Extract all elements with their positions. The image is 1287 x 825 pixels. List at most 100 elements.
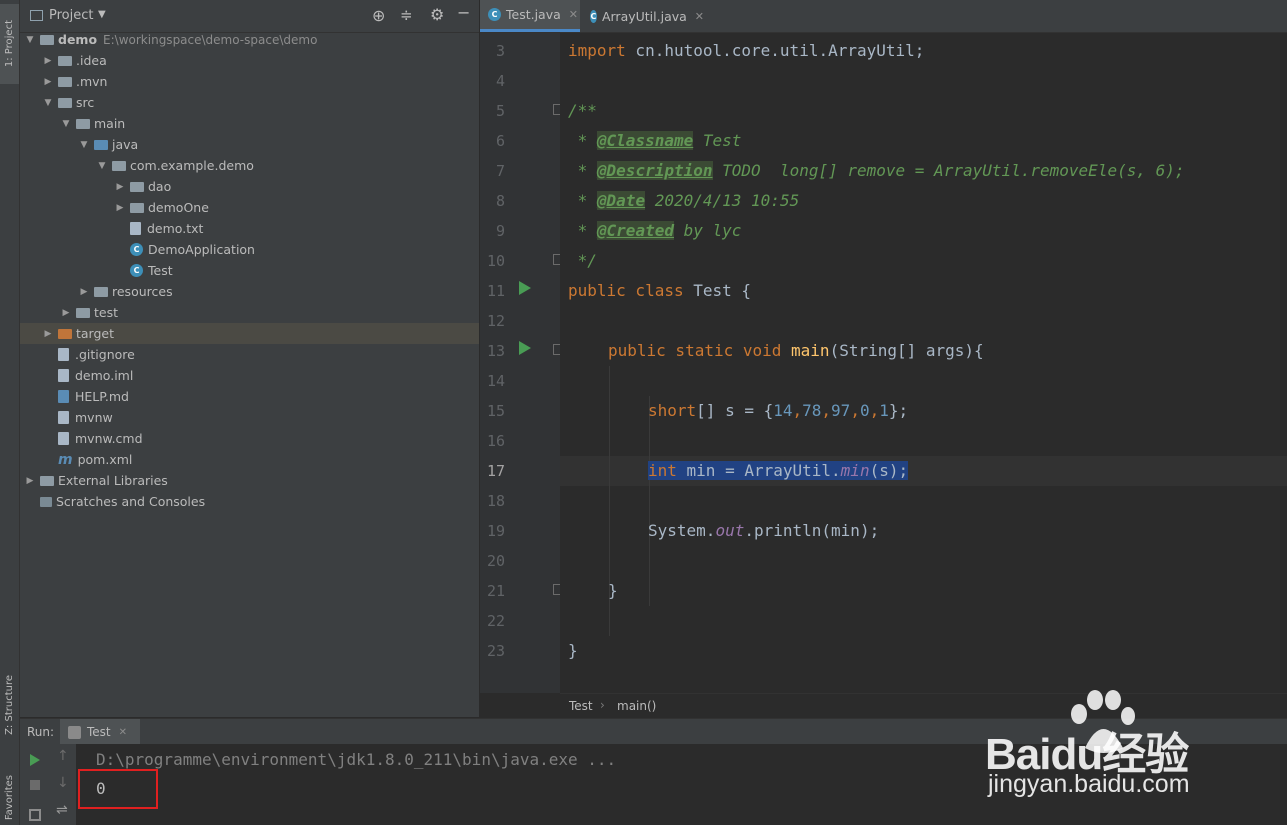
code-line-7: * @Description TODO long[] remove = Arra…: [568, 161, 1185, 180]
tree-item[interactable]: ▶ dao: [20, 176, 479, 197]
run-tab-label: Test: [87, 725, 111, 739]
tab-arrayutil-java[interactable]: C ArrayUtil.java ✕: [582, 0, 704, 32]
code-editor[interactable]: import cn.hutool.core.util.ArrayUtil; /*…: [560, 33, 1287, 693]
chevron-right-icon[interactable]: ▶: [114, 182, 126, 192]
stop-icon[interactable]: [30, 780, 40, 790]
collapse-all-icon[interactable]: ≑: [400, 6, 413, 24]
line-number: 9: [495, 222, 505, 240]
chevron-down-icon[interactable]: ▼: [60, 119, 72, 129]
line-number: 19: [486, 522, 505, 540]
chevron-down-icon[interactable]: ▼: [78, 140, 90, 150]
project-panel-title[interactable]: Project: [49, 8, 93, 23]
folder-icon: [76, 307, 90, 318]
chevron-right-icon[interactable]: ▶: [78, 287, 90, 297]
close-icon[interactable]: ✕: [569, 8, 578, 21]
tree-item-label: External Libraries: [58, 473, 168, 488]
gear-icon[interactable]: ⚙: [430, 5, 444, 24]
run-class-icon[interactable]: [519, 281, 531, 295]
folder-icon: [58, 76, 72, 87]
close-icon[interactable]: ✕: [119, 727, 127, 738]
tree-item[interactable]: ▶ External Libraries: [20, 470, 479, 491]
chevron-down-icon[interactable]: ▼: [24, 35, 36, 45]
line-number: 14: [486, 372, 505, 390]
rerun-icon[interactable]: [30, 754, 40, 766]
tree-item[interactable]: mvnw: [20, 407, 479, 428]
tree-item-label: mvnw: [75, 410, 113, 425]
project-tool-tab-label: 1: Project: [4, 20, 15, 68]
chevron-down-icon[interactable]: ▼: [98, 9, 106, 20]
package-icon: [130, 181, 144, 192]
arrow-up-icon[interactable]: ↑: [57, 748, 69, 764]
tree-item[interactable]: .gitignore: [20, 344, 479, 365]
line-number: 13: [486, 342, 505, 360]
tree-item[interactable]: ▶ demoOne: [20, 197, 479, 218]
code-line-3: import cn.hutool.core.util.ArrayUtil;: [568, 41, 925, 60]
tree-item[interactable]: demo.txt: [20, 218, 479, 239]
tab-test-java[interactable]: C Test.java ✕: [480, 0, 580, 32]
tree-item[interactable]: ▶ resources: [20, 281, 479, 302]
structure-tool-tab[interactable]: Z: Structure: [0, 670, 19, 740]
soft-wrap-icon[interactable]: ⇌: [56, 802, 68, 818]
chevron-down-icon[interactable]: ▼: [42, 98, 54, 108]
tree-item[interactable]: C DemoApplication: [20, 239, 479, 260]
chevron-right-icon[interactable]: ▶: [114, 203, 126, 213]
project-tool-tab[interactable]: 1: Project: [0, 4, 19, 84]
layout-icon[interactable]: [29, 809, 41, 821]
code-line-13: public static void main(String[] args){: [608, 341, 984, 360]
file-icon: [58, 432, 69, 445]
file-icon: [130, 222, 141, 235]
chevron-right-icon[interactable]: ▶: [42, 329, 54, 339]
tree-item-label: main: [94, 116, 126, 131]
tree-item-label: .mvn: [76, 74, 108, 89]
tree-item-path: E:\workingspace\demo-space\demo: [103, 32, 318, 47]
chevron-right-icon[interactable]: ▶: [60, 308, 72, 318]
breadcrumb-item-class[interactable]: Test: [569, 699, 593, 713]
tree-item[interactable]: ▶ test: [20, 302, 479, 323]
selected-code: int min = ArrayUtil.min(s);: [648, 461, 909, 480]
libraries-icon: [40, 475, 54, 486]
chevron-right-icon[interactable]: ▶: [24, 476, 36, 486]
tree-item-label: resources: [112, 284, 173, 299]
class-icon: C: [130, 264, 143, 277]
line-number: 5: [495, 102, 505, 120]
indent-guide: [649, 396, 650, 606]
tree-item[interactable]: ▶ .idea: [20, 50, 479, 71]
folder-icon: [58, 97, 72, 108]
line-number: 16: [486, 432, 505, 450]
run-tab-test[interactable]: Test ✕: [60, 719, 140, 745]
breadcrumb-separator-icon: ›: [600, 698, 605, 712]
tree-item[interactable]: ▶ .mvn: [20, 71, 479, 92]
baidu-watermark: Baidu经验 jingyan.baidu.com: [985, 688, 1225, 808]
line-number: 21: [486, 582, 505, 600]
chevron-down-icon[interactable]: ▼: [96, 161, 108, 171]
code-line-6: * @Classname Test: [568, 131, 742, 150]
hide-icon[interactable]: −: [457, 3, 470, 22]
tree-item[interactable]: ▼ src: [20, 92, 479, 113]
run-main-icon[interactable]: [519, 341, 531, 355]
tree-item[interactable]: mvnw.cmd: [20, 428, 479, 449]
code-line-17: int min = ArrayUtil.min(s);: [648, 456, 909, 486]
tree-item-label: DemoApplication: [148, 242, 255, 257]
tree-item-label: .idea: [76, 53, 107, 68]
code-line-9: * @Created by lyc: [568, 221, 742, 240]
tree-item[interactable]: demo.iml: [20, 365, 479, 386]
markdown-file-icon: [58, 390, 69, 403]
tree-item[interactable]: ▼ com.example.demo: [20, 155, 479, 176]
breadcrumb-item-method[interactable]: main(): [617, 699, 656, 713]
tree-item[interactable]: ▼ java: [20, 134, 479, 155]
favorites-tool-tab[interactable]: Favorites: [0, 770, 19, 825]
tree-item[interactable]: m pom.xml: [20, 449, 479, 470]
tree-item[interactable]: C Test: [20, 260, 479, 281]
tree-item[interactable]: ▼ main: [20, 113, 479, 134]
tree-item[interactable]: ▶ target: [20, 323, 479, 344]
file-icon: [58, 348, 69, 361]
tree-item[interactable]: Scratches and Consoles: [20, 491, 479, 512]
arrow-down-icon[interactable]: ↓: [57, 775, 69, 791]
chevron-right-icon[interactable]: ▶: [42, 56, 54, 66]
chevron-right-icon[interactable]: ▶: [42, 77, 54, 87]
close-icon[interactable]: ✕: [695, 10, 704, 23]
tree-item[interactable]: ▼ demo E:\workingspace\demo-space\demo: [20, 29, 479, 50]
locate-icon[interactable]: ⊕: [372, 6, 385, 25]
tree-item[interactable]: HELP.md: [20, 386, 479, 407]
tree-item-label: demo.txt: [147, 221, 204, 236]
